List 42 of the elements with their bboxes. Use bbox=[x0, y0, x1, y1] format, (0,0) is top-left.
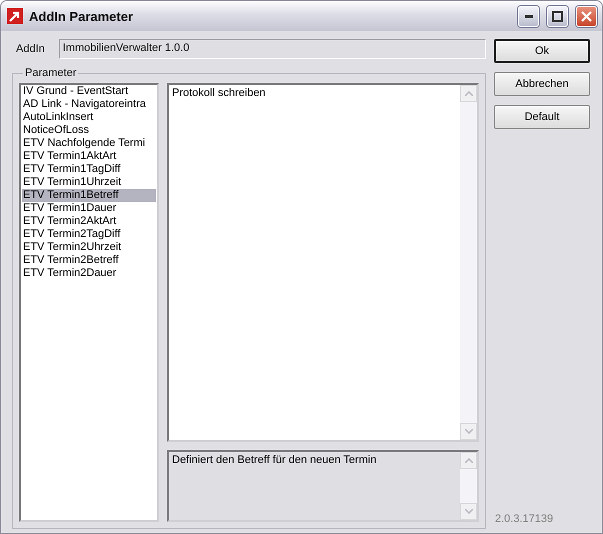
scroll-up-button[interactable] bbox=[460, 85, 477, 102]
maximize-icon bbox=[552, 10, 563, 22]
dialog-button[interactable]: Default bbox=[494, 105, 590, 129]
minimize-button[interactable] bbox=[518, 6, 539, 26]
list-item[interactable]: ETV Termin2TagDiff bbox=[22, 228, 156, 241]
list-item[interactable]: ETV Termin1Uhrzeit bbox=[22, 176, 156, 189]
scrollbar[interactable] bbox=[460, 452, 477, 520]
list-item[interactable]: AD Link - Navigatoreintra bbox=[22, 98, 156, 111]
close-icon bbox=[581, 10, 592, 22]
scroll-up-button[interactable] bbox=[460, 452, 477, 469]
list-item[interactable]: ETV Termin1Betreff bbox=[22, 189, 156, 202]
list-item[interactable]: ETV Termin2Betreff bbox=[22, 254, 156, 267]
scroll-down-button[interactable] bbox=[460, 503, 477, 520]
list-item[interactable]: ETV Nachfolgende Termi bbox=[22, 137, 156, 150]
dialog-button[interactable]: Ok bbox=[494, 39, 590, 63]
app-icon bbox=[7, 8, 23, 24]
list-item[interactable]: ETV Termin2Uhrzeit bbox=[22, 241, 156, 254]
list-item[interactable]: NoticeOfLoss bbox=[22, 124, 156, 137]
close-button[interactable] bbox=[576, 6, 597, 26]
chevron-up-icon bbox=[464, 91, 472, 96]
list-item[interactable]: IV Grund - EventStart bbox=[22, 85, 156, 98]
list-item[interactable]: AutoLinkInsert bbox=[22, 111, 156, 124]
addin-field[interactable]: ImmobilienVerwalter 1.0.0 bbox=[58, 39, 486, 59]
dialog-button[interactable]: Abbrechen bbox=[494, 72, 590, 96]
chevron-down-icon bbox=[464, 429, 472, 434]
list-item[interactable]: ETV Termin1TagDiff bbox=[22, 163, 156, 176]
group-title: Parameter bbox=[24, 67, 78, 79]
parameter-list[interactable] bbox=[19, 83, 159, 522]
chevron-up-icon bbox=[464, 458, 472, 463]
window-title: AddIn Parameter bbox=[29, 8, 134, 24]
maximize-button[interactable] bbox=[547, 6, 568, 26]
list-item[interactable]: ETV Termin1Dauer bbox=[22, 202, 156, 215]
scroll-down-button[interactable] bbox=[460, 423, 477, 440]
list-item[interactable]: ETV Termin2Dauer bbox=[22, 267, 156, 280]
scrollbar[interactable] bbox=[460, 85, 477, 440]
version-text: 2.0.3.17139 bbox=[494, 513, 554, 527]
addin-label: AddIn bbox=[15, 43, 45, 55]
chevron-down-icon bbox=[464, 509, 472, 514]
list-item[interactable]: ETV Termin1AktArt bbox=[22, 150, 156, 163]
minimize-icon bbox=[524, 14, 532, 18]
list-item[interactable]: ETV Termin2AktArt bbox=[22, 215, 156, 228]
description-text: Definiert den Betreff für den neuen Termin bbox=[171, 453, 378, 468]
